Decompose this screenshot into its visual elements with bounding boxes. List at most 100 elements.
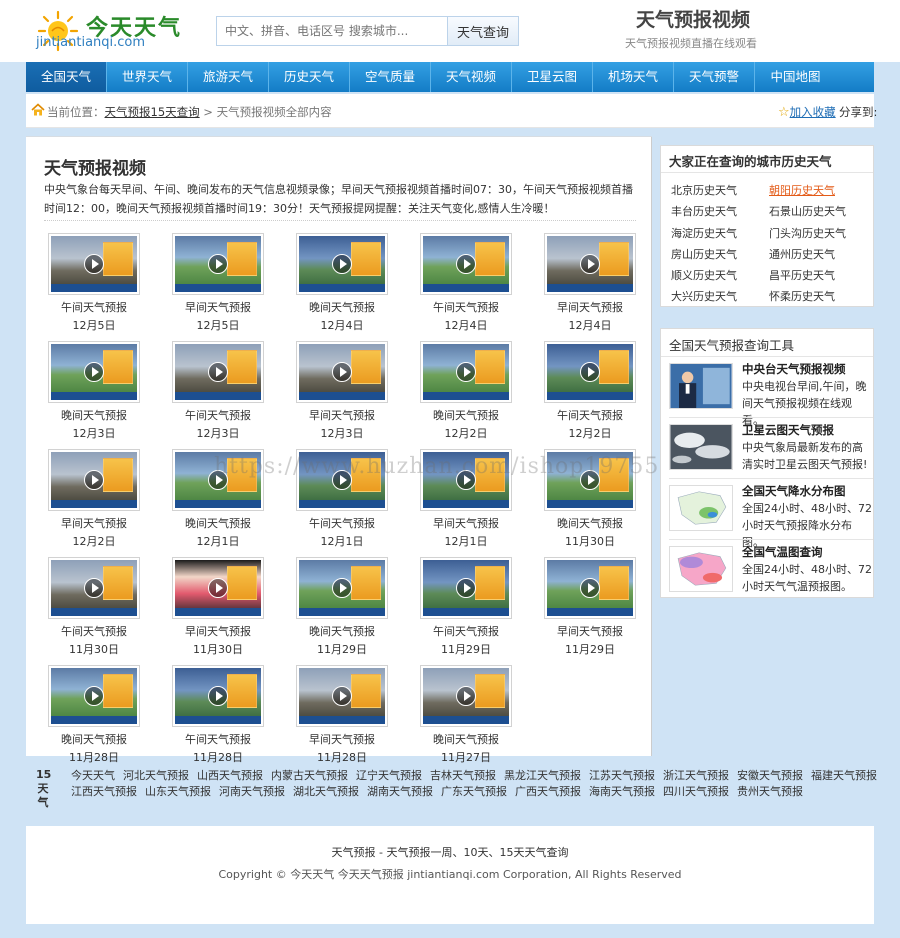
province-link[interactable]: 广东天气预报 [441, 783, 507, 799]
video-title[interactable]: 早间天气预报 [170, 299, 266, 317]
play-icon[interactable] [84, 254, 104, 274]
province-link[interactable]: 广西天气预报 [515, 783, 581, 799]
video-thumbnail[interactable] [544, 557, 636, 619]
city-link[interactable]: 怀柔历史天气 [769, 286, 867, 307]
play-icon[interactable] [456, 470, 476, 490]
video-title[interactable]: 午间天气预报 [418, 623, 514, 641]
play-icon[interactable] [84, 470, 104, 490]
search-input[interactable] [216, 16, 448, 46]
video-thumbnail[interactable] [420, 233, 512, 295]
video-card[interactable]: 早间天气预报 11月28日 [294, 665, 418, 773]
tool-item-video[interactable]: 中央台天气预报视频 中央电视台早间,午间，晚间天气预报视频在线观看。 [669, 361, 873, 427]
video-thumbnail[interactable] [48, 233, 140, 295]
video-title[interactable]: 午间天气预报 [170, 731, 266, 749]
video-card[interactable]: 早间天气预报 12月1日 [418, 449, 542, 557]
province-link[interactable]: 安徽天气预报 [737, 767, 803, 783]
city-link[interactable]: 北京历史天气 [671, 180, 769, 201]
tool-item-satellite[interactable]: 卫星云图天气预报 中央气象局最新发布的高清实时卫星云图天气预报! [669, 422, 873, 474]
video-thumbnail[interactable] [172, 557, 264, 619]
video-title[interactable]: 晚间天气预报 [542, 515, 638, 533]
video-card[interactable]: 晚间天气预报 12月1日 [170, 449, 294, 557]
tool-item-temperature[interactable]: 全国气温图查询 全国24小时、48小时、72小时天气气温预报图。 [669, 544, 873, 596]
play-icon[interactable] [456, 578, 476, 598]
video-thumbnail[interactable] [420, 665, 512, 727]
breadcrumb-link-forecast[interactable]: 天气预报15天查询 [105, 105, 200, 119]
video-title[interactable]: 晚间天气预报 [418, 407, 514, 425]
video-thumbnail[interactable] [172, 341, 264, 403]
video-card[interactable]: 晚间天气预报 11月27日 [418, 665, 542, 773]
play-icon[interactable] [580, 470, 600, 490]
video-thumbnail[interactable] [544, 449, 636, 511]
share-label[interactable]: 分享到: [839, 104, 877, 120]
city-link[interactable]: 海淀历史天气 [671, 223, 769, 244]
video-thumbnail[interactable] [420, 341, 512, 403]
video-title[interactable]: 午间天气预报 [46, 299, 142, 317]
video-title[interactable]: 早间天气预报 [542, 299, 638, 317]
province-link[interactable]: 山东天气预报 [145, 783, 211, 799]
nav-item-history[interactable]: 历史天气 [269, 62, 350, 92]
video-card[interactable]: 午间天气预报 12月1日 [294, 449, 418, 557]
play-icon[interactable] [332, 686, 352, 706]
city-link[interactable]: 昌平历史天气 [769, 265, 867, 286]
video-title[interactable]: 早间天气预报 [170, 623, 266, 641]
video-thumbnail[interactable] [48, 557, 140, 619]
play-icon[interactable] [208, 362, 228, 382]
nav-item-air-quality[interactable]: 空气质量 [350, 62, 431, 92]
nav-item-video[interactable]: 天气视频 [431, 62, 512, 92]
video-thumbnail[interactable] [48, 341, 140, 403]
video-card[interactable]: 午间天气预报 12月5日 [46, 233, 170, 341]
video-title[interactable]: 晚间天气预报 [46, 407, 142, 425]
province-link[interactable]: 山西天气预报 [197, 767, 263, 783]
nav-item-map[interactable]: 中国地图 [755, 62, 836, 92]
play-icon[interactable] [456, 362, 476, 382]
video-title[interactable]: 午间天气预报 [46, 623, 142, 641]
video-thumbnail[interactable] [544, 233, 636, 295]
province-link[interactable]: 浙江天气预报 [663, 767, 729, 783]
video-card[interactable]: 晚间天气预报 11月28日 [46, 665, 170, 773]
nav-item-airport[interactable]: 机场天气 [593, 62, 674, 92]
video-card[interactable]: 午间天气预报 11月28日 [170, 665, 294, 773]
video-title[interactable]: 午间天气预报 [170, 407, 266, 425]
play-icon[interactable] [456, 254, 476, 274]
play-icon[interactable] [84, 362, 104, 382]
city-link[interactable]: 大兴历史天气 [671, 286, 769, 307]
city-link[interactable]: 顺义历史天气 [671, 265, 769, 286]
province-link[interactable]: 贵州天气预报 [737, 783, 803, 799]
video-card[interactable]: 早间天气预报 12月3日 [294, 341, 418, 449]
province-link[interactable]: 四川天气预报 [663, 783, 729, 799]
video-card[interactable]: 早间天气预报 11月30日 [170, 557, 294, 665]
play-icon[interactable] [580, 254, 600, 274]
video-card[interactable]: 午间天气预报 12月4日 [418, 233, 542, 341]
video-thumbnail[interactable] [48, 449, 140, 511]
favorite-link[interactable]: ☆加入收藏 [778, 104, 836, 120]
video-title[interactable]: 早间天气预报 [542, 623, 638, 641]
nav-item-satellite[interactable]: 卫星云图 [512, 62, 593, 92]
province-link[interactable]: 内蒙古天气预报 [271, 767, 348, 783]
province-link[interactable]: 辽宁天气预报 [356, 767, 422, 783]
province-link[interactable]: 海南天气预报 [589, 783, 655, 799]
video-card[interactable]: 早间天气预报 12月2日 [46, 449, 170, 557]
video-thumbnail[interactable] [296, 233, 388, 295]
play-icon[interactable] [332, 578, 352, 598]
video-title[interactable]: 早间天气预报 [418, 515, 514, 533]
video-thumbnail[interactable] [544, 341, 636, 403]
province-link[interactable]: 吉林天气预报 [430, 767, 496, 783]
nav-item-alerts[interactable]: 天气预警 [674, 62, 755, 92]
video-thumbnail[interactable] [420, 449, 512, 511]
video-card[interactable]: 早间天气预报 11月29日 [542, 557, 666, 665]
play-icon[interactable] [208, 686, 228, 706]
play-icon[interactable] [332, 470, 352, 490]
video-title[interactable]: 晚间天气预报 [170, 515, 266, 533]
video-title[interactable]: 晚间天气预报 [46, 731, 142, 749]
video-card[interactable]: 晚间天气预报 11月30日 [542, 449, 666, 557]
nav-item-travel[interactable]: 旅游天气 [188, 62, 269, 92]
city-link[interactable]: 门头沟历史天气 [769, 223, 867, 244]
video-title[interactable]: 早间天气预报 [294, 407, 390, 425]
video-card[interactable]: 晚间天气预报 12月2日 [418, 341, 542, 449]
video-card[interactable]: 午间天气预报 12月3日 [170, 341, 294, 449]
video-card[interactable]: 晚间天气预报 12月4日 [294, 233, 418, 341]
tool-item-precipitation[interactable]: 全国天气降水分布图 全国24小时、48小时、72小时天气预报降水分布图。 [669, 483, 873, 549]
city-link[interactable]: 通州历史天气 [769, 244, 867, 265]
city-link[interactable]: 房山历史天气 [671, 244, 769, 265]
video-title[interactable]: 午间天气预报 [294, 515, 390, 533]
